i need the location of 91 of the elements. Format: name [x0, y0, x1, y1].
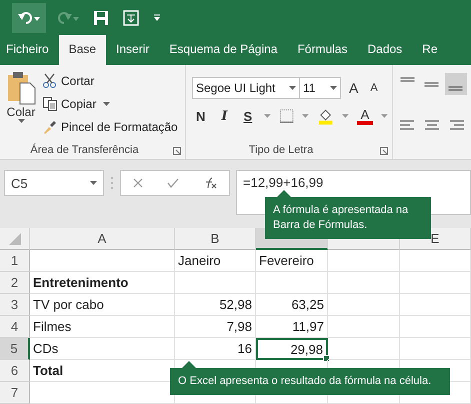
font-size-field[interactable]: 11	[299, 77, 341, 99]
table-cell: 52,98	[175, 294, 256, 316]
underline-button[interactable]: S	[239, 108, 256, 124]
table-cell	[400, 272, 471, 294]
ribbon-command[interactable]: Pincel de Formatação	[42, 117, 178, 137]
row-header[interactable]: 1	[0, 250, 30, 272]
font-color-button[interactable]: A	[356, 108, 374, 124]
table-cell	[328, 250, 400, 272]
caret-icon	[90, 181, 97, 185]
table-cell: Filmes	[30, 316, 175, 338]
check-icon[interactable]	[167, 178, 179, 188]
caret-icon	[264, 114, 271, 118]
alignment-icon	[400, 120, 416, 130]
group-label: Tipo de Letra	[248, 143, 314, 158]
table-cell: Fevereiro	[256, 250, 328, 272]
paste-button[interactable]: Colar	[6, 71, 36, 141]
bold-button[interactable]: N	[192, 108, 210, 124]
ribbon-tab[interactable]: Base	[58, 35, 106, 65]
scissors-icon	[42, 73, 58, 89]
align-button[interactable]	[445, 73, 467, 95]
ribbon-command[interactable]: Cortar	[42, 71, 178, 91]
insert-function-icon[interactable]	[203, 177, 217, 189]
caret-icon	[102, 102, 110, 106]
active-cell: 29,98	[256, 338, 328, 360]
row-header[interactable]: 5	[0, 338, 30, 360]
brush-icon	[42, 119, 58, 135]
caret-icon	[342, 114, 349, 118]
grow-font-button[interactable]: A	[345, 80, 362, 96]
table-cell: 11,97	[256, 316, 328, 338]
corner-triangle-icon	[8, 232, 20, 244]
redo-icon	[55, 10, 79, 24]
font-name-field[interactable]: Segoe UI Light	[192, 77, 300, 99]
ribbon-tab[interactable]: Esquema de Página	[159, 35, 288, 65]
alignment-icon	[448, 120, 464, 130]
grip-icon	[110, 176, 114, 190]
alignment-icon	[448, 86, 464, 91]
alignment-icon	[424, 120, 440, 130]
table-cell	[328, 272, 400, 294]
caret-icon	[330, 86, 337, 90]
borders-icon[interactable]	[278, 108, 294, 124]
column-header[interactable]: B	[175, 228, 256, 250]
table-cell	[328, 338, 400, 360]
dialog-launcher-icon	[173, 147, 181, 155]
table-cell	[400, 250, 471, 272]
table-cell	[400, 316, 471, 338]
caret-icon	[153, 14, 161, 22]
ribbon-tab[interactable]: Dados	[357, 35, 412, 65]
table-cell: 16	[175, 338, 256, 360]
italic-button[interactable]: I	[217, 108, 232, 124]
table-cell	[328, 294, 400, 316]
table-cell: TV por cabo	[30, 294, 175, 316]
copy-icon	[42, 96, 58, 112]
shrink-font-button[interactable]: A	[366, 82, 382, 94]
ribbon-tab[interactable]: Inserir	[106, 35, 160, 65]
row-header[interactable]: 2	[0, 272, 30, 294]
table-cell	[256, 272, 328, 294]
alignment-icon	[424, 82, 440, 86]
ribbon-tab[interactable]: Re	[412, 35, 448, 65]
dialog-launcher-icon	[380, 147, 388, 155]
row-header[interactable]: 4	[0, 316, 30, 338]
caret-icon	[381, 114, 388, 118]
alignment-icon	[400, 77, 416, 82]
column-header[interactable]: A	[30, 228, 175, 250]
row-header[interactable]: 3	[0, 294, 30, 316]
ribbon-command[interactable]: Copiar	[42, 94, 178, 114]
table-cell	[400, 294, 471, 316]
caret-icon	[18, 119, 24, 123]
caret-icon	[302, 114, 309, 118]
table-cell: 63,25	[256, 294, 328, 316]
table-cell	[328, 316, 400, 338]
name-box[interactable]: C5	[4, 170, 104, 196]
callout-tooltip: A fórmula é apresentada na Barra de Fórmulas.	[265, 190, 431, 239]
caret-icon	[289, 86, 296, 90]
cancel-icon[interactable]	[133, 178, 143, 188]
table-cell: Janeiro	[175, 250, 256, 272]
table-cell: Entretenimento	[30, 272, 175, 294]
undo-icon	[17, 10, 41, 24]
row-header[interactable]: 7	[0, 382, 30, 404]
table-cell	[400, 338, 471, 360]
row-header[interactable]: 6	[0, 360, 30, 382]
fill-color-icon[interactable]	[316, 107, 334, 125]
callout-tooltip: O Excel apresenta o resultado da fórmula na célula.	[170, 361, 450, 395]
ribbon-tab[interactable]: Fórmulas	[287, 35, 358, 65]
touch-mode-icon	[123, 10, 139, 26]
group-label: Área de Transferência	[29, 142, 140, 158]
table-cell: 7,98	[175, 316, 256, 338]
clipboard-icon	[6, 71, 36, 105]
table-cell: CDs	[30, 338, 175, 360]
undo-button[interactable]	[12, 2, 46, 32]
ribbon-tab[interactable]: Ficheiro	[0, 35, 59, 65]
save-icon	[93, 10, 109, 26]
